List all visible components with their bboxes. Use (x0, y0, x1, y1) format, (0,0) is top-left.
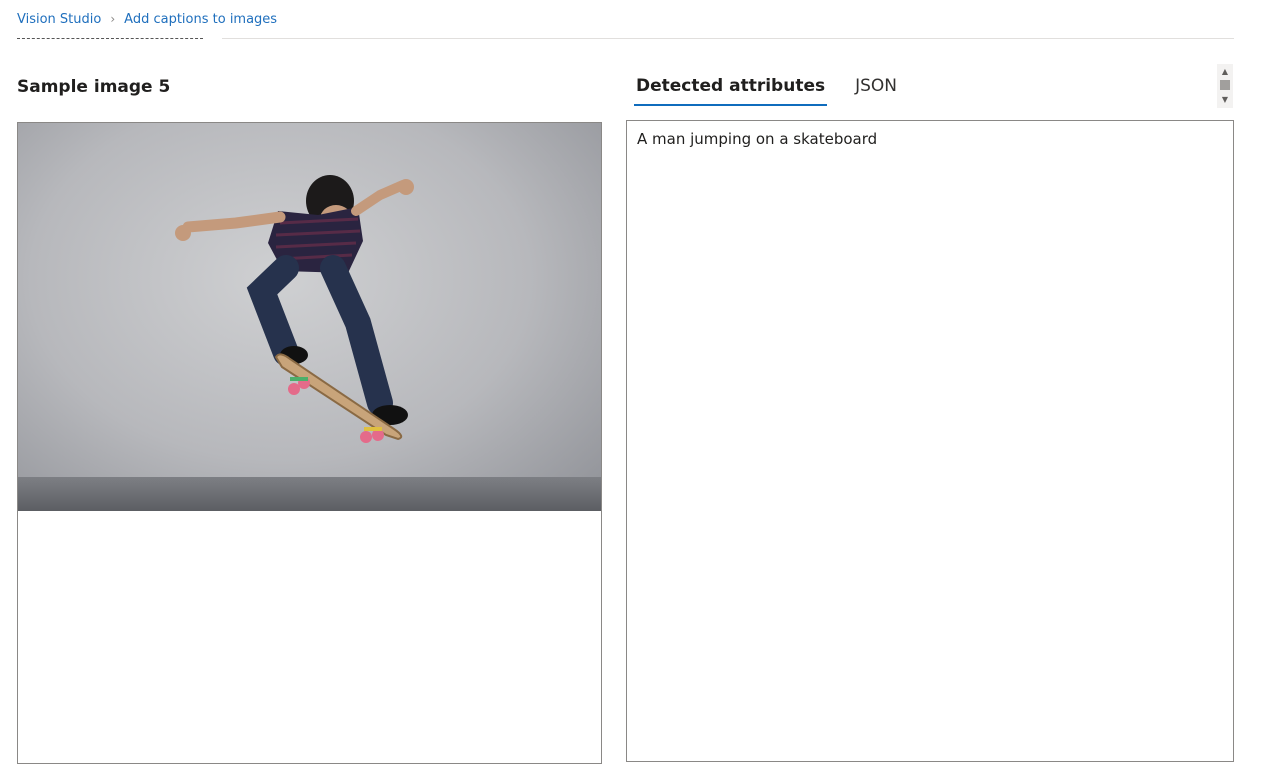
detected-attributes-panel: A man jumping on a skateboard (626, 120, 1234, 762)
skateboarder-illustration (175, 175, 414, 443)
breadcrumb-vision-studio-link[interactable]: Vision Studio (17, 12, 101, 27)
breadcrumb-current-link[interactable]: Add captions to images (124, 12, 277, 27)
focus-indicator (17, 38, 203, 39)
scrollbar-thumb[interactable] (1220, 80, 1230, 90)
divider (222, 38, 1234, 39)
caption-result: A man jumping on a skateboard (637, 130, 878, 148)
image-preview-panel (17, 122, 602, 764)
chevron-right-icon: › (110, 12, 116, 26)
result-tabs: Detected attributes JSON (634, 64, 925, 108)
triangle-down-icon[interactable]: ▼ (1217, 94, 1233, 106)
tabs-scrollbar[interactable]: ▲ ▼ (1217, 64, 1233, 108)
sample-image-title: Sample image 5 (17, 77, 171, 97)
breadcrumb: Vision Studio › Add captions to images (17, 9, 277, 29)
tab-json[interactable]: JSON (853, 64, 899, 106)
triangle-up-icon[interactable]: ▲ (1217, 66, 1233, 78)
sample-image (18, 123, 601, 511)
tab-detected-attributes[interactable]: Detected attributes (634, 64, 828, 106)
